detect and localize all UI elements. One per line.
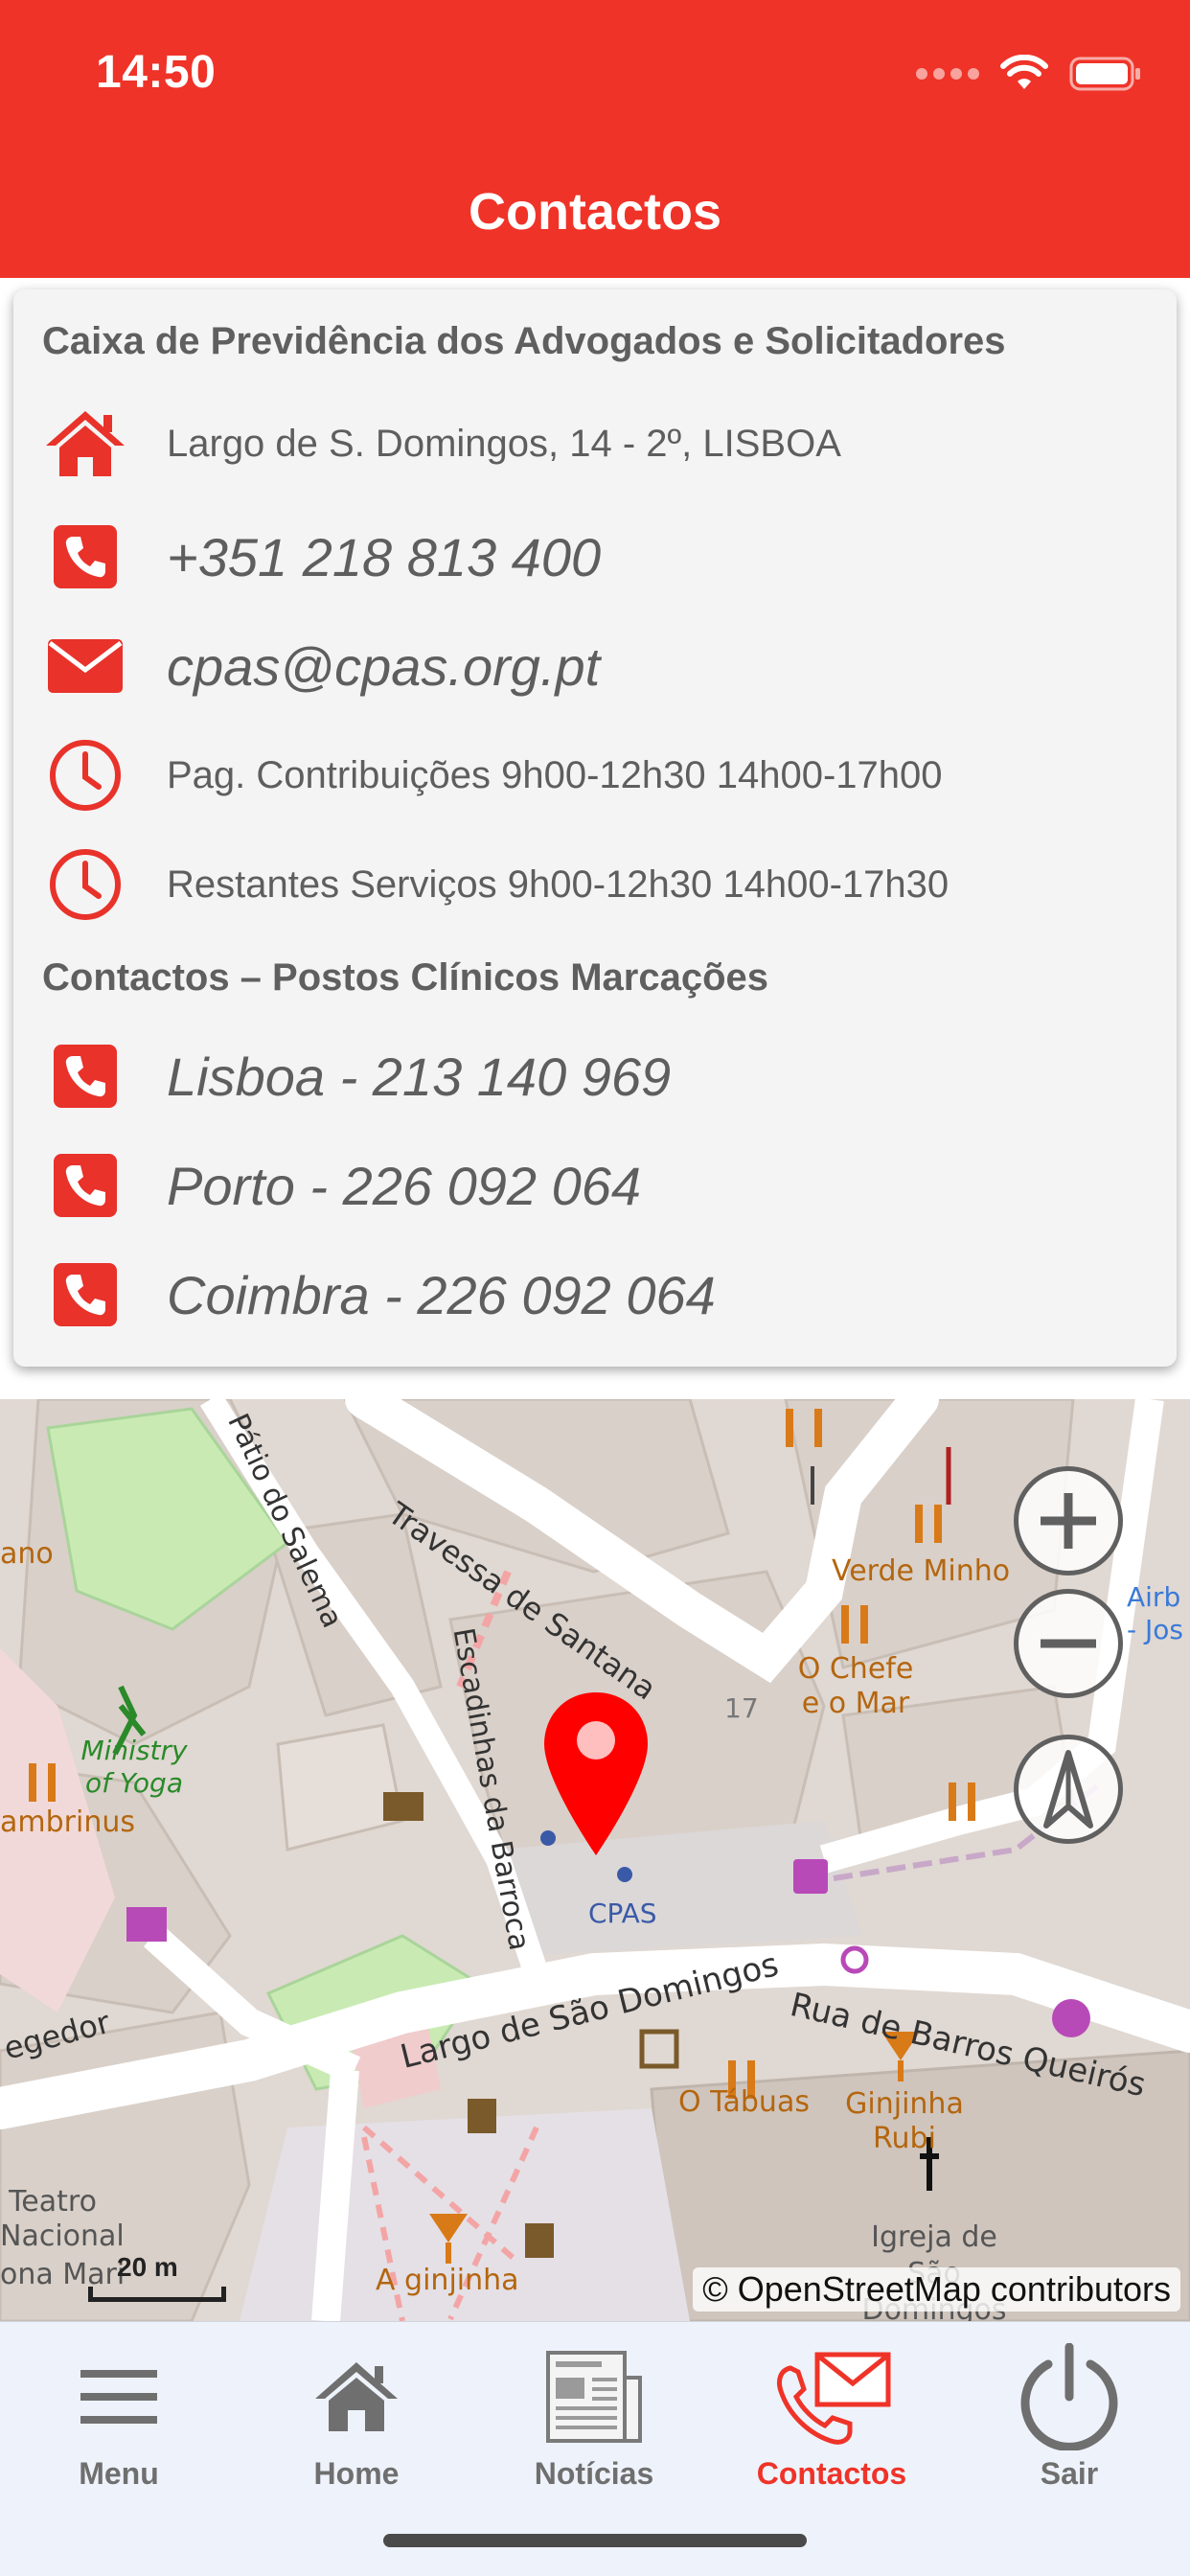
map-scale-bar: 20 m	[88, 2252, 226, 2308]
map-label-tabuas: O Tábuas	[678, 2085, 810, 2119]
menu-icon	[80, 2370, 157, 2424]
tab-contacts[interactable]: Contactos	[713, 2322, 950, 2495]
map-label-ambrinus: ambrinus	[0, 1806, 135, 1839]
map-label-ginjinha-rubi: Ginjinha Rubi	[845, 2087, 964, 2155]
page-title: Contactos	[468, 183, 721, 241]
envelope-icon	[42, 623, 128, 709]
email-row[interactable]: cpas@cpas.org.pt	[42, 623, 1157, 709]
clinic-coimbra-row[interactable]: Coimbra - 226 092 064	[42, 1252, 1157, 1338]
zoom-in-button[interactable]	[1014, 1466, 1123, 1576]
clinics-section-title: Contactos – Postos Clínicos Marcações	[42, 956, 769, 999]
map-label-ano: ano	[0, 1537, 54, 1571]
power-icon	[1020, 2343, 1118, 2450]
compass-button[interactable]	[1014, 1735, 1123, 1844]
tab-home[interactable]: Home	[238, 2322, 475, 2495]
zoom-out-button[interactable]	[1014, 1589, 1123, 1698]
tab-menu-label: Menu	[79, 2456, 159, 2491]
clinic-lisboa-text: Lisboa - 213 140 969	[167, 1046, 672, 1107]
wifi-icon	[1000, 55, 1048, 89]
phone-icon	[42, 1252, 128, 1338]
map-attribution[interactable]: © OpenStreetMap contributors	[693, 2267, 1180, 2312]
tab-exit[interactable]: Sair	[950, 2322, 1188, 2495]
map-view[interactable]: Travessa de Santana Pátio do Salema Esca…	[0, 1399, 1190, 2321]
house-icon	[42, 401, 128, 487]
tab-contacts-label: Contactos	[756, 2456, 907, 2491]
phone-text: +351 218 813 400	[167, 526, 602, 587]
home-indicator[interactable]	[383, 2534, 807, 2547]
status-icons	[916, 50, 1142, 98]
phone-envelope-icon	[776, 2352, 891, 2445]
map-label-airbus: Airb - Jos	[1127, 1581, 1183, 1645]
status-time: 14:50	[96, 47, 217, 98]
phone-row[interactable]: +351 218 813 400	[42, 514, 1157, 600]
clock-icon	[42, 732, 128, 818]
hours-other-row: Restantes Serviços 9h00-12h30 14h00-17h3…	[42, 841, 1157, 928]
clinic-porto-row[interactable]: Porto - 226 092 064	[42, 1142, 1157, 1229]
hours-contributions-text: Pag. Contribuições 9h00-12h30 14h00-17h0…	[167, 753, 943, 796]
phone-icon	[42, 1033, 128, 1119]
map-label-aginjinha: A ginjinha	[376, 2264, 519, 2297]
map-label-cpas: CPAS	[588, 1898, 657, 1929]
tab-news[interactable]: Notícias	[475, 2322, 713, 2495]
map-scale-label: 20 m	[117, 2252, 178, 2282]
minus-icon	[1041, 1639, 1096, 1648]
newspaper-icon	[546, 2351, 642, 2443]
address-row[interactable]: Largo de S. Domingos, 14 - 2º, LISBOA	[42, 401, 1157, 487]
location-marker-icon[interactable]	[540, 1689, 652, 1859]
tab-menu[interactable]: Menu	[0, 2322, 238, 2495]
clinic-coimbra-text: Coimbra - 226 092 064	[167, 1264, 716, 1325]
tab-exit-label: Sair	[1040, 2456, 1099, 2491]
contact-card: Caixa de Previdência dos Advogados e Sol…	[13, 289, 1177, 1367]
tab-news-label: Notícias	[534, 2456, 654, 2491]
cellular-signal-icon	[916, 68, 979, 80]
app-header: 14:50 Contactos	[0, 0, 1190, 278]
battery-icon	[1069, 57, 1140, 91]
home-icon	[315, 2362, 398, 2431]
plus-icon	[1041, 1493, 1096, 1549]
organization-name: Caixa de Previdência dos Advogados e Sol…	[42, 320, 1006, 362]
clinic-porto-text: Porto - 226 092 064	[167, 1155, 642, 1216]
address-text: Largo de S. Domingos, 14 - 2º, LISBOA	[167, 422, 841, 465]
map-label-17: 17	[724, 1692, 759, 1724]
phone-icon	[42, 1142, 128, 1229]
map-label-chefe: O Chefe e o Mar	[797, 1652, 914, 1720]
map-label-ministry: Ministry of Yoga	[80, 1735, 188, 1799]
email-text: cpas@cpas.org.pt	[167, 635, 601, 697]
compass-icon	[1043, 1750, 1093, 1828]
hours-other-text: Restantes Serviços 9h00-12h30 14h00-17h3…	[167, 862, 950, 906]
tab-home-label: Home	[313, 2456, 400, 2491]
clock-icon	[42, 841, 128, 928]
clinic-lisboa-row[interactable]: Lisboa - 213 140 969	[42, 1033, 1157, 1119]
phone-icon	[42, 514, 128, 600]
map-label-teatro: Teatro Nacional	[0, 2185, 125, 2253]
hours-contributions-row: Pag. Contribuições 9h00-12h30 14h00-17h0…	[42, 732, 1157, 818]
map-label-verde-minho: Verde Minho	[832, 1554, 1011, 1588]
map-tiles	[0, 1399, 1190, 2321]
